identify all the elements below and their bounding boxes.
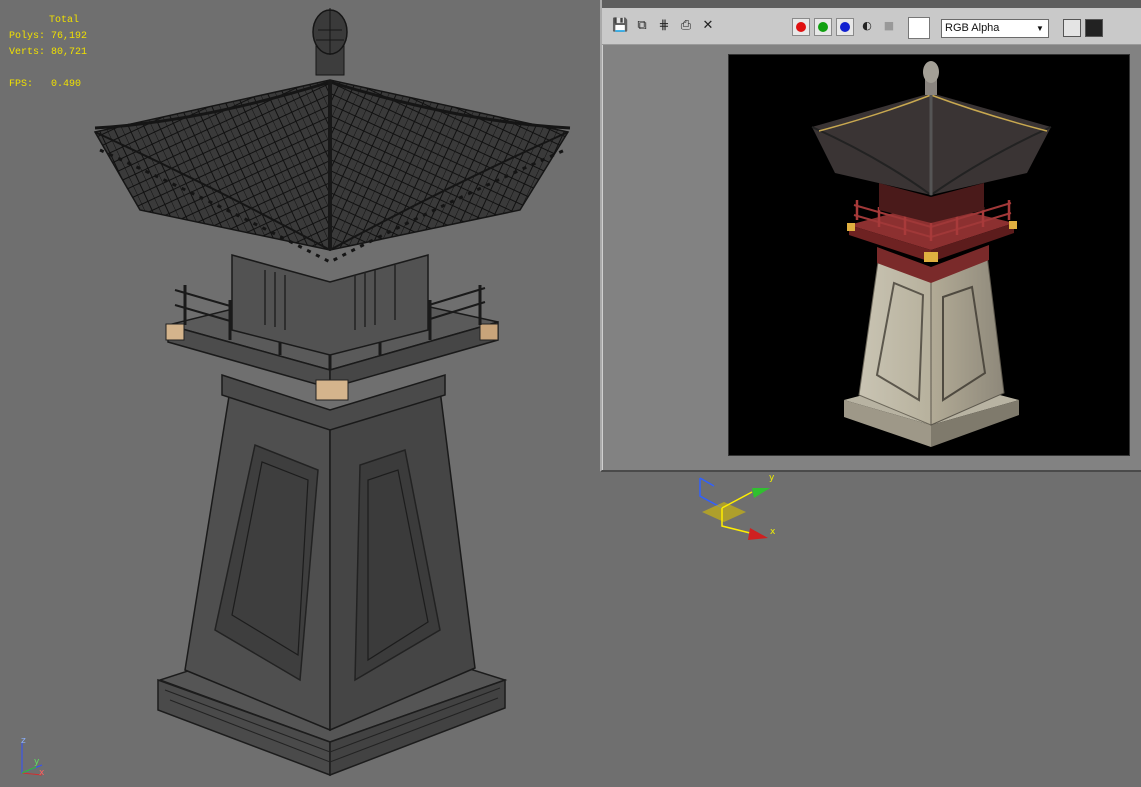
render-output-canvas xyxy=(728,54,1130,456)
fps-label: FPS: xyxy=(9,79,34,90)
green-channel-toggle[interactable] xyxy=(814,18,832,36)
stats-spacer xyxy=(9,61,87,77)
channel-display-value: RGB Alpha xyxy=(945,22,1000,34)
wireframe-pagoda-model xyxy=(93,8,571,777)
axis-x-label: x xyxy=(39,768,45,778)
red-channel-toggle[interactable] xyxy=(792,18,810,36)
clear-image-icon[interactable]: ✕ xyxy=(700,18,716,34)
save-image-icon[interactable]: 💾 xyxy=(612,18,628,34)
polys-row: Polys: 76,192 xyxy=(9,29,87,45)
chevron-down-icon: ▼ xyxy=(1036,24,1044,33)
window-top-strip xyxy=(602,0,1141,8)
rendered-frame-window[interactable]: 💾 ⧉ ⋕ ⎙ ✕ ◐ ■ RGB Alpha ▼ xyxy=(600,0,1141,472)
rendered-pagoda-image xyxy=(811,61,1052,447)
fps-row: FPS: 0.490 xyxy=(9,77,87,93)
axis-z-label: z xyxy=(21,736,26,746)
fps-value: 0.490 xyxy=(51,79,82,90)
gizmo-x-label: x xyxy=(770,527,776,537)
monochrome-icon[interactable]: ■ xyxy=(881,18,897,34)
blue-channel-toggle[interactable] xyxy=(836,18,854,36)
gizmo-y-label: y xyxy=(769,473,775,483)
toggle-ui-button[interactable] xyxy=(1085,19,1103,37)
alpha-channel-icon[interactable]: ◐ xyxy=(859,18,875,34)
axis-y-label: y xyxy=(34,757,40,767)
toggle-ui-overlay-button[interactable] xyxy=(1063,19,1081,37)
verts-label: Verts: xyxy=(9,47,46,58)
verts-value: 80,721 xyxy=(51,47,88,58)
copy-image-icon[interactable]: ⧉ xyxy=(634,18,650,34)
channel-display-select[interactable]: RGB Alpha ▼ xyxy=(941,19,1049,38)
viewport-axis-tripod: z y x xyxy=(21,736,45,778)
clone-window-icon[interactable]: ⋕ xyxy=(656,18,672,34)
polys-label: Polys: xyxy=(9,31,46,42)
transform-gizmo[interactable]: y x xyxy=(692,468,782,548)
print-image-icon[interactable]: ⎙ xyxy=(678,18,694,34)
render-toolbar: 💾 ⧉ ⋕ ⎙ ✕ ◐ ■ RGB Alpha ▼ xyxy=(602,8,1141,45)
statistics-overlay: Total Polys: 76,192 Verts: 80,721 FPS: 0… xyxy=(9,13,87,93)
stats-header: Total xyxy=(49,15,80,26)
verts-row: Verts: 80,721 xyxy=(9,45,87,61)
polys-value: 76,192 xyxy=(51,31,88,42)
color-swatch[interactable] xyxy=(908,17,930,39)
